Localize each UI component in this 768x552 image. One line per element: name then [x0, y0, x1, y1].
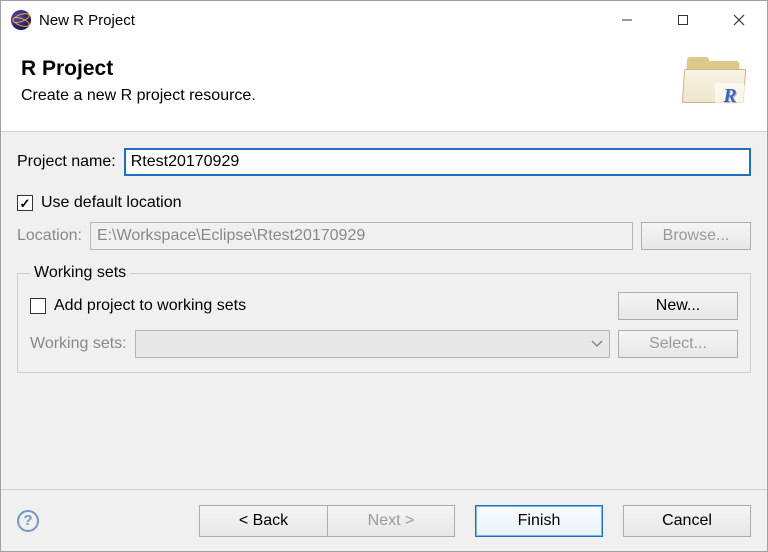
browse-button: Browse...: [641, 222, 751, 250]
working-sets-group: Working sets Add project to working sets…: [17, 264, 751, 373]
working-sets-combo: [135, 330, 610, 358]
new-working-set-button[interactable]: New...: [618, 292, 738, 320]
eclipse-icon: [11, 10, 31, 30]
project-name-row: Project name:: [17, 148, 751, 176]
close-button[interactable]: [711, 1, 767, 39]
minimize-button[interactable]: [599, 1, 655, 39]
cancel-button[interactable]: Cancel: [623, 505, 751, 537]
help-button[interactable]: ?: [17, 510, 39, 532]
close-icon: [733, 14, 745, 26]
location-label: Location:: [17, 227, 82, 245]
r-project-folder-icon: R: [683, 57, 747, 109]
select-working-set-button: Select...: [618, 330, 738, 358]
dialog-title: R Project: [21, 57, 256, 81]
dialog-body: Project name: Use default location Locat…: [1, 132, 767, 489]
use-default-location-checkbox[interactable]: [17, 195, 33, 211]
working-sets-combo-label: Working sets:: [30, 335, 127, 353]
use-default-location-row: Use default location: [17, 194, 751, 212]
dialog-window: New R Project R Project Create a new R p…: [0, 0, 768, 552]
minimize-icon: [621, 14, 633, 26]
dialog-header: R Project Create a new R project resourc…: [1, 39, 767, 132]
maximize-button[interactable]: [655, 1, 711, 39]
next-button: Next >: [327, 505, 455, 537]
project-name-input[interactable]: [124, 148, 751, 176]
location-input: E:\Workspace\Eclipse\Rtest20170929: [90, 222, 633, 250]
add-to-working-sets-checkbox[interactable]: [30, 298, 46, 314]
add-to-working-sets-row: Add project to working sets New...: [30, 292, 738, 320]
dialog-footer: ? < Back Next > Finish Cancel: [1, 489, 767, 551]
dialog-description: Create a new R project resource.: [21, 87, 256, 105]
project-name-label: Project name:: [17, 153, 116, 171]
working-sets-select-row: Working sets: Select...: [30, 330, 738, 358]
location-value: E:\Workspace\Eclipse\Rtest20170929: [97, 227, 365, 245]
finish-button[interactable]: Finish: [475, 505, 603, 537]
titlebar: New R Project: [1, 1, 767, 39]
working-sets-legend: Working sets: [30, 264, 130, 282]
add-to-working-sets-label: Add project to working sets: [54, 297, 610, 315]
use-default-location-label: Use default location: [41, 194, 182, 212]
window-title: New R Project: [39, 12, 135, 29]
back-button[interactable]: < Back: [199, 505, 327, 537]
location-row: Location: E:\Workspace\Eclipse\Rtest2017…: [17, 222, 751, 250]
chevron-down-icon: [591, 335, 603, 353]
maximize-icon: [677, 14, 689, 26]
